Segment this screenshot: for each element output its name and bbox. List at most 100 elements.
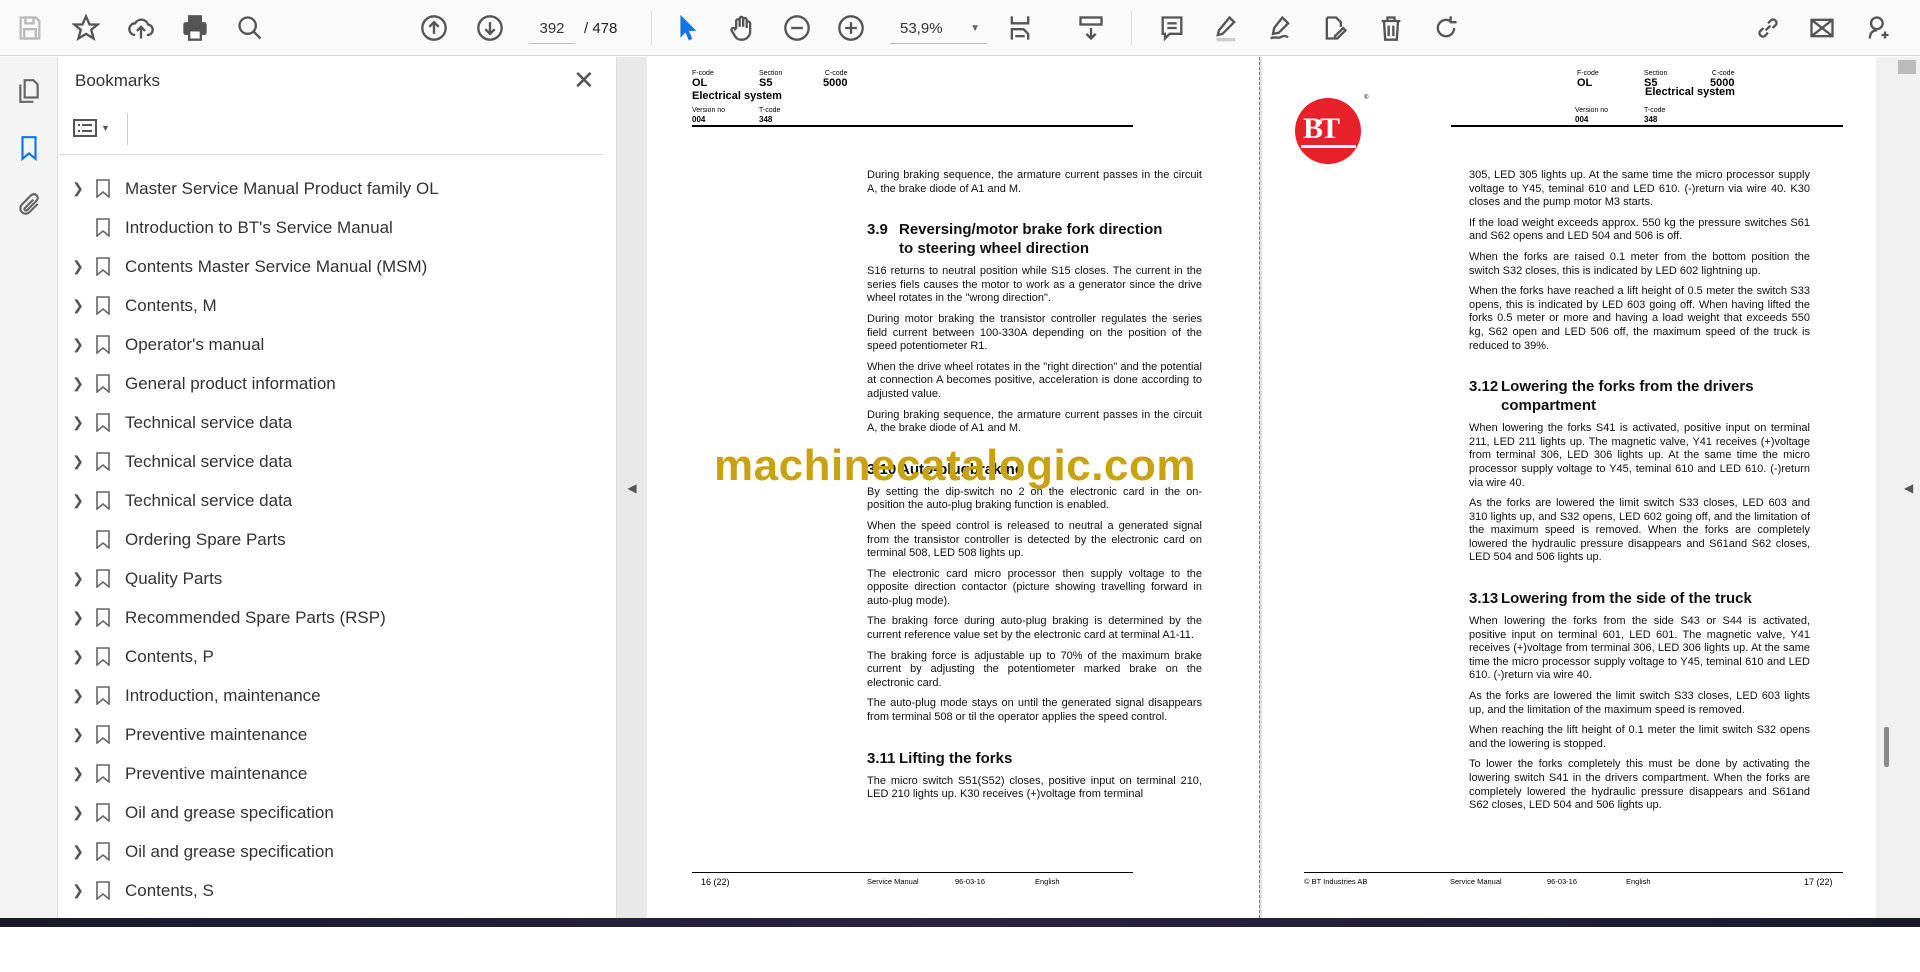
- section-heading: 3.13 Lowering from the side of the truck: [1469, 590, 1752, 608]
- chevron-right-icon[interactable]: ❯: [71, 843, 85, 860]
- bookmark-item[interactable]: ❯ Operator's manual: [59, 325, 599, 364]
- bookmark-label: Contents Master Service Manual (MSM): [125, 256, 428, 276]
- bookmark-icon: [96, 530, 110, 549]
- navigation-rail: [0, 57, 58, 918]
- collapse-panel-button[interactable]: ◀: [617, 57, 647, 918]
- chevron-right-icon[interactable]: ❯: [71, 882, 85, 899]
- bookmark-item[interactable]: ❯ Contents, S: [59, 871, 599, 910]
- chevron-right-icon[interactable]: ❯: [71, 570, 85, 587]
- sign-icon[interactable]: [1264, 12, 1296, 44]
- highlight-icon[interactable]: [1210, 12, 1242, 44]
- section: Section S5: [759, 70, 783, 89]
- bookmarks-icon[interactable]: [13, 132, 45, 164]
- paragraph: The electronic card micro processor then…: [867, 567, 1202, 607]
- chevron-right-icon[interactable]: ❯: [71, 726, 85, 743]
- find-icon[interactable]: [234, 12, 266, 44]
- paragraph: The micro switch S51(S52) closes, positi…: [867, 774, 1202, 801]
- bookmark-label: Technical service data: [125, 490, 293, 510]
- page-thumbnails-icon[interactable]: [13, 75, 45, 107]
- bookmark-item[interactable]: ❯ Oil and grease specification: [59, 793, 599, 832]
- bookmark-item[interactable]: ❯ Technical service data: [59, 403, 599, 442]
- delete-icon[interactable]: [1375, 12, 1407, 44]
- scroll-mode-icon[interactable]: [1075, 12, 1107, 44]
- chevron-right-icon[interactable]: ❯: [71, 648, 85, 665]
- paragraph: If the load weight exceeds approx. 550 k…: [1469, 216, 1810, 243]
- bookmark-item[interactable]: ❯ Technical service data: [59, 481, 599, 520]
- bookmarks-panel: Bookmarks ✕ ▼ ❯ Master Service Manual Pro…: [59, 57, 662, 918]
- scroll-up-button[interactable]: [1898, 60, 1916, 74]
- bookmark-star-icon[interactable]: [70, 12, 102, 44]
- bookmark-label: Technical service data: [125, 412, 293, 432]
- bookmark-label: General product information: [125, 373, 336, 393]
- chevron-right-icon[interactable]: ❯: [71, 297, 85, 314]
- footer-doc: Service Manual: [1450, 877, 1502, 886]
- bookmark-item[interactable]: Ordering Spare Parts: [59, 520, 599, 559]
- page-down-icon[interactable]: [474, 12, 506, 44]
- comment-icon[interactable]: [1156, 12, 1188, 44]
- paragraph: As the forks are lowered the limit switc…: [1469, 690, 1810, 716]
- paragraph: The auto-plug mode stays on until the ge…: [867, 697, 1202, 724]
- bookmark-item[interactable]: ❯ Introduction, maintenance: [59, 676, 599, 715]
- section-heading: 3.12 Lowering the forks from the drivers c…: [1469, 378, 1754, 415]
- bookmark-icon: [96, 764, 110, 783]
- select-arrow-icon[interactable]: [672, 12, 704, 44]
- close-icon[interactable]: ✕: [573, 67, 595, 93]
- document-scrollbar[interactable]: [1884, 727, 1889, 767]
- page-up-icon[interactable]: [418, 12, 450, 44]
- chevron-right-icon[interactable]: ❯: [71, 765, 85, 782]
- bookmark-item[interactable]: ❯ Contents, P: [59, 637, 599, 676]
- hand-icon[interactable]: [726, 12, 758, 44]
- bookmark-icon: [96, 842, 110, 861]
- add-user-icon[interactable]: [1862, 12, 1894, 44]
- bookmark-item[interactable]: ❯ Recommended Spare Parts (RSP): [59, 598, 599, 637]
- chevron-right-icon[interactable]: ❯: [71, 804, 85, 821]
- upload-cloud-icon[interactable]: [125, 12, 157, 44]
- zoom-in-icon[interactable]: [835, 12, 867, 44]
- print-icon[interactable]: [179, 12, 211, 44]
- bookmark-label: Introduction, maintenance: [125, 685, 321, 705]
- rotate-icon[interactable]: [1430, 12, 1462, 44]
- bookmark-options-button[interactable]: ▼: [73, 113, 113, 143]
- bookmark-label: Technical service data: [125, 451, 293, 471]
- paragraph: As the forks are lowered the limit switc…: [1469, 497, 1810, 564]
- edit-pdf-icon[interactable]: [1319, 12, 1351, 44]
- bookmark-item[interactable]: ❯ Contents Master Service Manual (MSM): [59, 247, 599, 286]
- chevron-right-icon[interactable]: ❯: [71, 258, 85, 275]
- chevron-right-icon[interactable]: ❯: [71, 375, 85, 392]
- bookmark-item[interactable]: ❯ Preventive maintenance: [59, 754, 599, 793]
- page-number: 16 (22): [701, 877, 730, 887]
- bookmark-item[interactable]: ❯ Oil and grease specification: [59, 832, 599, 871]
- bookmark-item[interactable]: ❯ Technical service data: [59, 442, 599, 481]
- footer-copyright: © BT Industries AB: [1304, 877, 1368, 886]
- bookmark-item[interactable]: Introduction to BT's Service Manual: [59, 208, 599, 247]
- bookmark-item[interactable]: ❯ General product information: [59, 364, 599, 403]
- pdf-page-16: F-code OL Section S5 C-code 5000 Electrical…: [647, 57, 1259, 918]
- email-icon[interactable]: [1806, 12, 1838, 44]
- expand-right-pane-button[interactable]: ◀: [1904, 481, 1913, 495]
- fit-page-icon[interactable]: [1004, 12, 1036, 44]
- chevron-right-icon[interactable]: ❯: [71, 453, 85, 470]
- chevron-right-icon[interactable]: ❯: [71, 687, 85, 704]
- attachments-icon[interactable]: [13, 189, 45, 221]
- chevron-right-icon[interactable]: ❯: [71, 336, 85, 353]
- bookmark-icon: [96, 608, 110, 627]
- zoom-out-icon[interactable]: [781, 12, 813, 44]
- page-number-input[interactable]: 392: [529, 16, 575, 44]
- chevron-right-icon[interactable]: ❯: [71, 414, 85, 431]
- save-icon[interactable]: [14, 12, 46, 44]
- bookmark-item[interactable]: ❯ Master Service Manual Product family OL: [59, 169, 599, 208]
- chevron-right-icon[interactable]: ❯: [71, 492, 85, 509]
- zoom-select[interactable]: 53,9% ▼: [890, 16, 986, 44]
- chevron-right-icon[interactable]: ❯: [71, 180, 85, 197]
- bookmark-item[interactable]: ❯ Contents, M: [59, 286, 599, 325]
- bookmark-item[interactable]: ❯ Preventive maintenance: [59, 715, 599, 754]
- paragraph: When the forks have reached a lift heigh…: [1469, 285, 1810, 352]
- bookmark-item[interactable]: ❯ Quality Parts: [59, 559, 599, 598]
- share-link-icon[interactable]: [1752, 12, 1784, 44]
- paragraph: To lower the forks completely this must …: [1469, 758, 1810, 812]
- taskbar: [0, 918, 1920, 927]
- bookmark-label: Contents, S: [125, 880, 214, 900]
- bookmark-icon: [96, 374, 110, 393]
- chevron-right-icon[interactable]: ❯: [71, 609, 85, 626]
- tcode: T-code 348: [759, 107, 781, 124]
